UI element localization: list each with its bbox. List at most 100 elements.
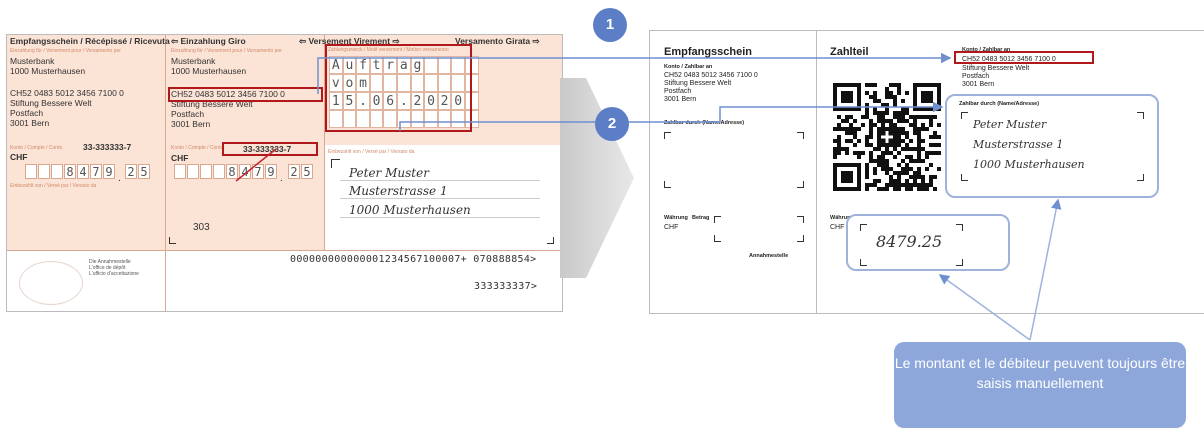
office-label-it: L'ufficio d'accettazione [89, 271, 139, 277]
write-line [340, 198, 540, 199]
qr-payer-label: Zahlbar durch (Name/Adresse) [959, 101, 1040, 107]
qr-receipt-account-label: Konto / Zahlbar an [664, 64, 713, 70]
office-labels: Die Annahmestelle L'office de dépôt L'uf… [89, 259, 139, 277]
corner-mark [169, 237, 176, 244]
corner-mark [797, 235, 804, 242]
qr-payer-highlight: Zahlbar durch (Name/Adresse) Peter Muste… [945, 94, 1159, 198]
giro-bank-city: 1000 Musterhausen [171, 66, 247, 76]
corner-mark [797, 181, 804, 188]
qr-payer-line-1: Peter Muster [973, 118, 1047, 131]
coding-line-1: 000000000000001234567100007+ 070888854> [290, 254, 537, 265]
receipt-amount-cents: 2 [125, 164, 137, 179]
payer-line-2: Musterstrasse 1 [349, 184, 448, 198]
receipt-amount-separator: . [118, 173, 121, 184]
write-line [340, 217, 540, 218]
qr-amount-highlight: 8479.25 [846, 214, 1010, 271]
giro-account-label: Konto / Compte / Conto [171, 145, 224, 151]
giro-beneficiary-2: Postfach [171, 109, 205, 119]
receipt-amount-digit: 7 [90, 164, 102, 179]
qr-payment-currency: CHF [830, 224, 845, 231]
corner-mark [961, 174, 968, 181]
qr-acceptance-point: Annahmestelle [749, 253, 789, 259]
qr-payer-line-3: 1000 Musterhausen [973, 158, 1085, 171]
receipt-bank-label: Einzahlung für / Versement pour / Versam… [10, 48, 121, 54]
giro-beneficiary-3: 3001 Bern [171, 119, 211, 129]
qr-payer-line-2: Musterstrasse 1 [973, 138, 1064, 151]
corner-mark [860, 224, 867, 231]
header-receipt: Empfangsschein / Récépissé / Ricevuta [10, 36, 170, 46]
qr-payment-beneficiary-1: Stiftung Bessere Welt [962, 65, 1030, 72]
corner-mark [1137, 174, 1144, 181]
qr-receipt-beneficiary-1: Stiftung Bessere Welt [664, 80, 732, 87]
corner-mark [714, 216, 721, 223]
receipt-bank-city: 1000 Musterhausen [10, 66, 86, 76]
qr-receipt-payable-by-label: Zahlbar durch (Name/Adresse) [664, 120, 745, 126]
receipt-amount-digit: 9 [103, 164, 115, 179]
receipt-beneficiary-3: 3001 Bern [10, 118, 50, 128]
coding-line-2: 333333337> [474, 281, 538, 292]
receipt-amount-cell [38, 164, 50, 179]
corner-mark [956, 259, 963, 266]
giro-amount-cents: 5 [301, 164, 313, 179]
payer-line-3: 1000 Musterhausen [349, 203, 471, 217]
qr-receipt-iban: CH52 0483 5012 3456 7100 0 [664, 72, 758, 79]
receipt-divider [165, 35, 166, 311]
callout-manual-entry: Le montant et le débiteur peuvent toujou… [894, 342, 1186, 428]
qr-payment-beneficiary-3: 3001 Bern [962, 81, 995, 88]
stamp-circle [19, 261, 83, 305]
qr-divider [816, 31, 817, 313]
header-giro: ⇦ Einzahlung Giro [171, 36, 246, 46]
transition-chevron-icon [560, 78, 634, 278]
receipt-amount-cell [25, 164, 37, 179]
giro-currency: CHF [171, 153, 189, 163]
qr-code-icon [833, 83, 941, 191]
qr-receipt-beneficiary-2: Postfach [664, 88, 692, 95]
receipt-beneficiary-2: Postfach [10, 108, 44, 118]
write-line [340, 180, 540, 181]
iban-highlight [168, 87, 323, 102]
corner-mark [956, 224, 963, 231]
corner-mark [331, 159, 340, 168]
corner-mark [664, 181, 671, 188]
corner-mark [1137, 112, 1144, 119]
qr-receipt-amount-label: Betrag [692, 215, 710, 221]
receipt-bank-name: Musterbank [10, 56, 55, 66]
marker-2: 2 [595, 107, 629, 141]
receipt-paid-by-label: Einbezahlt von / Versé par / Versato da [10, 183, 97, 189]
qr-receipt-title: Empfangsschein [664, 46, 753, 58]
corner-mark [797, 216, 804, 223]
receipt-currency: CHF [10, 152, 28, 162]
corner-mark [860, 259, 867, 266]
giro-amount-cell [200, 164, 212, 179]
payer-line-1: Peter Muster [349, 166, 429, 180]
qr-receipt-beneficiary-3: 3001 Bern [664, 96, 697, 103]
giro-amount-cell [174, 164, 186, 179]
coding-divider [7, 250, 562, 251]
strike-mark [235, 148, 277, 182]
qr-iban-highlight [954, 51, 1094, 64]
giro-amount-cell [213, 164, 225, 179]
qr-payment-title: Zahlteil [830, 46, 869, 58]
corner-mark [961, 112, 968, 119]
qr-receipt-currency-label: Währung [664, 215, 688, 221]
corner-mark [664, 132, 671, 139]
marker-1: 1 [593, 8, 627, 42]
giro-bank-label: Einzahlung für / Versement pour / Versam… [171, 48, 282, 54]
old-payment-slip: Empfangsschein / Récépissé / Ricevuta ⇦ … [6, 34, 563, 312]
receipt-amount-digit: 8 [64, 164, 76, 179]
giro-amount-cents: 2 [288, 164, 300, 179]
receipt-amount-cents: 5 [138, 164, 150, 179]
receipt-beneficiary-1: Stiftung Bessere Welt [10, 98, 92, 108]
qr-amount: 8479.25 [876, 232, 943, 251]
receipt-amount-digit: 4 [77, 164, 89, 179]
receipt-iban: CH52 0483 5012 3456 7100 0 [10, 88, 124, 98]
purpose-highlight [325, 44, 472, 132]
qr-receipt-currency: CHF [664, 224, 679, 231]
giro-amount-cell [187, 164, 199, 179]
corner-mark [797, 132, 804, 139]
receipt-account-label: Konto / Compte / Conto [10, 145, 63, 151]
giro-bank-name: Musterbank [171, 56, 216, 66]
receipt-account-number: 33-333333-7 [83, 142, 132, 152]
qr-payment-beneficiary-2: Postfach [962, 73, 990, 80]
corner-mark [714, 235, 721, 242]
